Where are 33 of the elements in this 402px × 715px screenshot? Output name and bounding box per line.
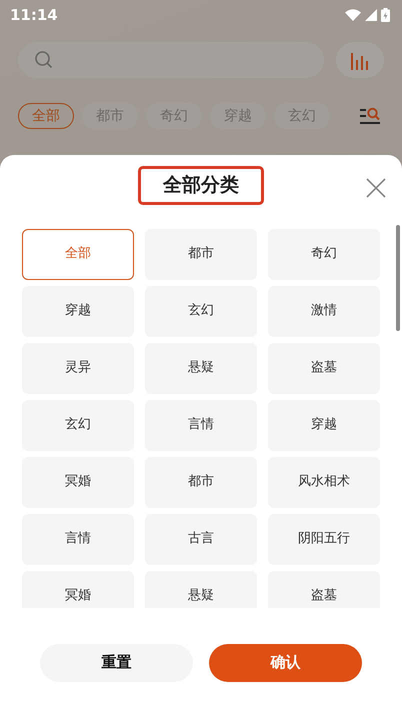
bar-chart-icon <box>350 50 370 70</box>
search-icon <box>34 50 54 70</box>
category-option[interactable]: 都市 <box>145 456 257 508</box>
category-option[interactable]: 玄幻 <box>22 400 134 450</box>
battery-icon <box>381 8 390 22</box>
category-option[interactable]: 冥婚 <box>22 456 134 508</box>
category-option[interactable]: 穿越 <box>22 286 134 336</box>
wifi-icon <box>345 9 361 21</box>
category-option[interactable]: 古言 <box>145 514 257 564</box>
confirm-button[interactable]: 确认 <box>209 644 362 682</box>
category-option[interactable]: 激情 <box>268 286 380 336</box>
category-option[interactable]: 冥婚 <box>22 570 134 608</box>
status-time: 11:14 <box>10 4 58 26</box>
signal-icon <box>365 9 377 21</box>
category-option[interactable]: 言情 <box>145 400 257 450</box>
category-option[interactable]: 奇幻 <box>268 228 380 280</box>
category-option[interactable]: 悬疑 <box>145 342 257 394</box>
search-field[interactable] <box>18 42 324 78</box>
filter-search-icon[interactable] <box>360 107 380 125</box>
category-option[interactable]: 阴阳五行 <box>268 514 380 564</box>
category-option[interactable]: 盗墓 <box>268 570 380 608</box>
category-option[interactable]: 盗墓 <box>268 342 380 394</box>
category-option[interactable]: 都市 <box>145 228 257 280</box>
ranking-button[interactable] <box>336 42 384 78</box>
category-option[interactable]: 灵异 <box>22 342 134 394</box>
sheet-title: 全部分类 <box>138 166 264 204</box>
category-option[interactable]: 风水相术 <box>268 456 380 508</box>
category-option[interactable]: 言情 <box>22 514 134 564</box>
category-option[interactable]: 全部 <box>22 228 134 280</box>
reset-button[interactable]: 重置 <box>40 644 193 682</box>
category-option[interactable]: 悬疑 <box>145 570 257 608</box>
category-option[interactable]: 玄幻 <box>145 286 257 336</box>
category-option[interactable]: 穿越 <box>268 400 380 450</box>
